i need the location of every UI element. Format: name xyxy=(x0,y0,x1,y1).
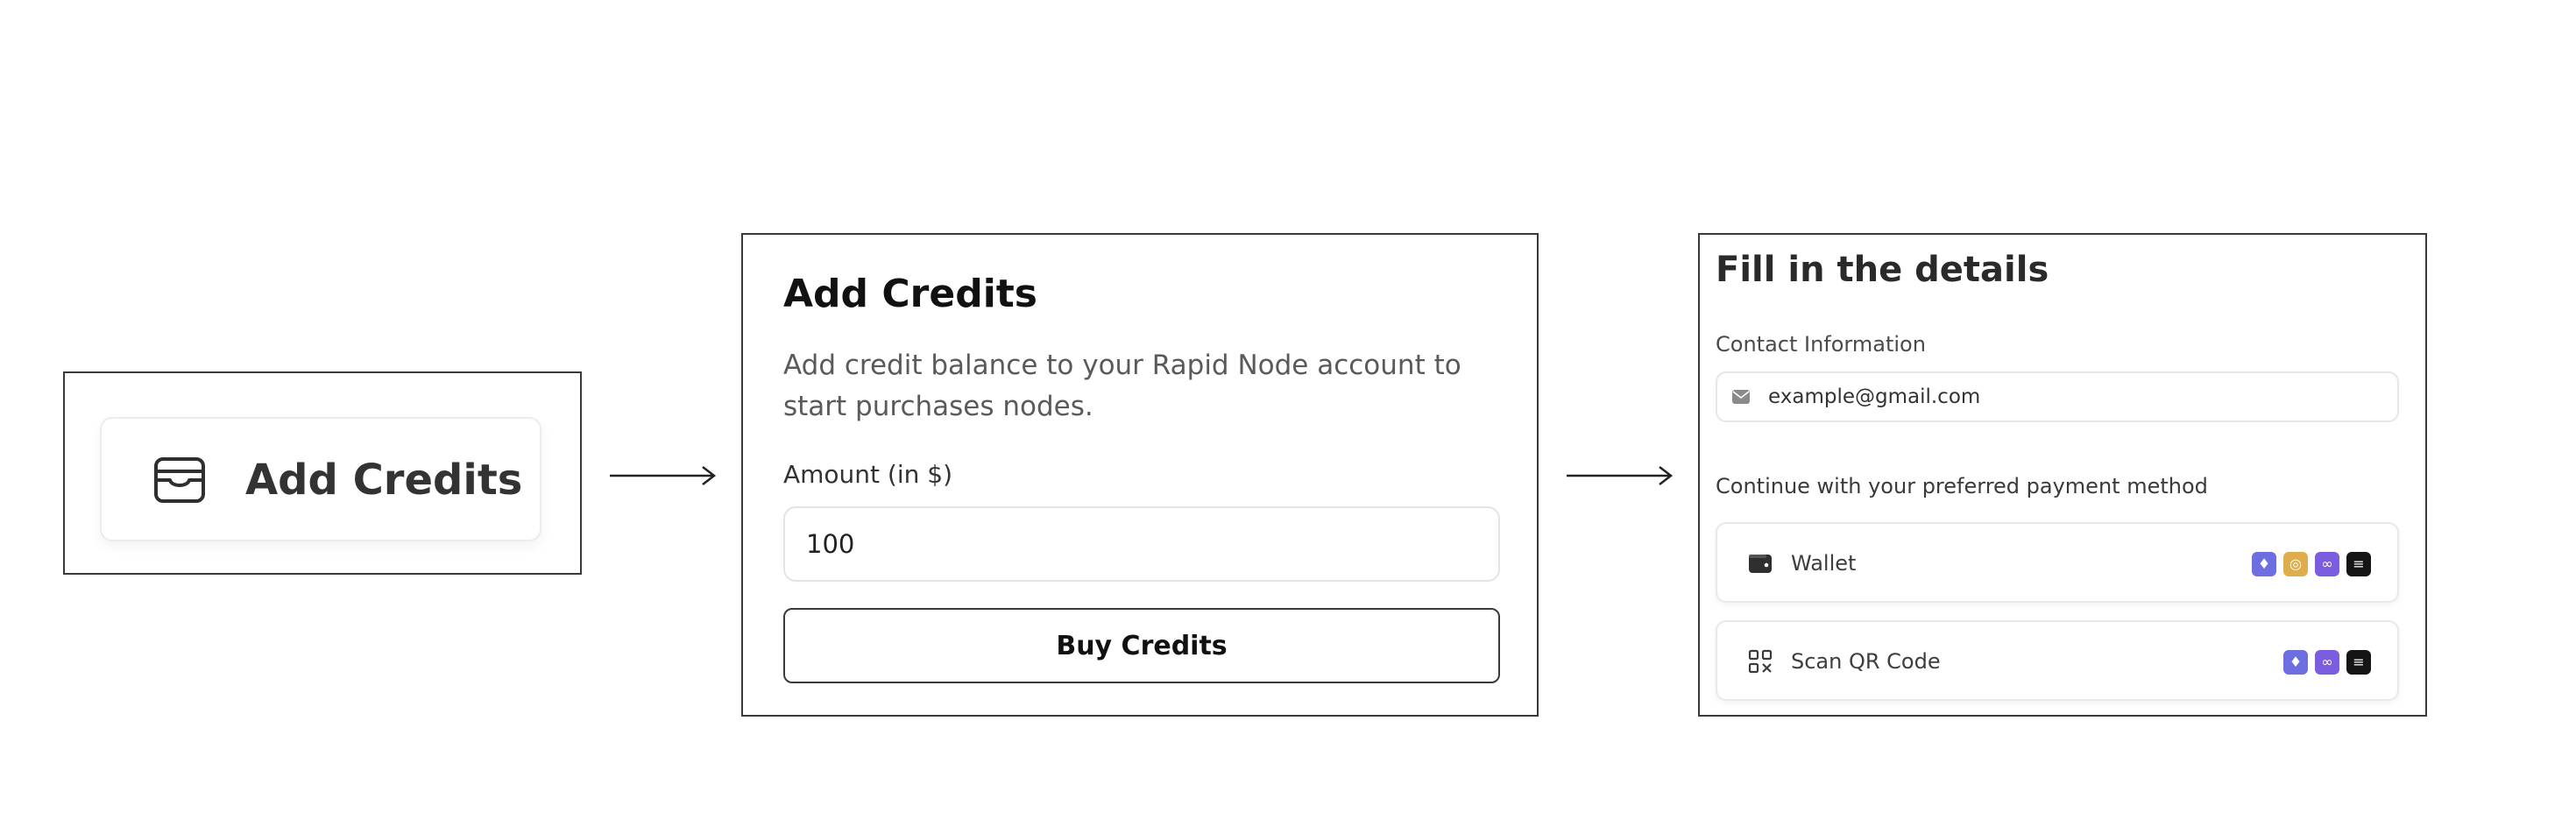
stack-chip-icon: ≡ xyxy=(2346,552,2371,576)
payment-option-label: Scan QR Code xyxy=(1791,649,1941,674)
crypto-chips: ♦ ◎ ∞ ≡ xyxy=(2252,552,2371,576)
contact-information-label: Contact Information xyxy=(1716,332,1926,357)
bitcoin-chip-icon: ◎ xyxy=(2283,552,2308,576)
buy-credits-button[interactable]: Buy Credits xyxy=(783,608,1500,683)
mail-icon xyxy=(1732,390,1750,404)
wallet-icon xyxy=(154,457,205,503)
step-1-frame: Add Credits xyxy=(63,371,582,575)
chain-link-chip-icon: ∞ xyxy=(2315,650,2339,675)
payment-details-dialog: Fill in the details Contact Information … xyxy=(1698,233,2427,717)
arrow-right-icon xyxy=(610,466,717,485)
email-input[interactable] xyxy=(1768,380,2381,413)
payment-option-qr-code[interactable]: Scan QR Code ♦ ∞ ≡ xyxy=(1716,620,2399,701)
ethereum-chip-icon: ♦ xyxy=(2283,650,2308,675)
qr-code-icon xyxy=(1748,649,1773,674)
arrow-right-icon xyxy=(1567,466,1674,485)
payment-method-prompt: Continue with your preferred payment met… xyxy=(1716,474,2208,498)
dialog-title: Fill in the details xyxy=(1716,250,2049,290)
add-credits-dialog: Add Credits Add credit balance to your R… xyxy=(741,233,1539,717)
payment-option-label: Wallet xyxy=(1791,551,1857,576)
amount-input[interactable] xyxy=(783,506,1500,582)
dialog-title: Add Credits xyxy=(783,272,1037,316)
add-credits-button[interactable]: Add Credits xyxy=(100,417,541,541)
add-credits-button-label: Add Credits xyxy=(245,456,523,505)
amount-label: Amount (in $) xyxy=(783,460,953,489)
payment-option-wallet[interactable]: Wallet ♦ ◎ ∞ ≡ xyxy=(1716,522,2399,603)
ethereum-chip-icon: ♦ xyxy=(2252,552,2276,576)
wallet-icon xyxy=(1749,555,1772,573)
stack-chip-icon: ≡ xyxy=(2346,650,2371,675)
dialog-description: Add credit balance to your Rapid Node ac… xyxy=(783,350,1461,422)
chain-link-chip-icon: ∞ xyxy=(2315,552,2339,576)
email-field[interactable] xyxy=(1716,371,2399,422)
crypto-chips: ♦ ∞ ≡ xyxy=(2283,650,2371,675)
